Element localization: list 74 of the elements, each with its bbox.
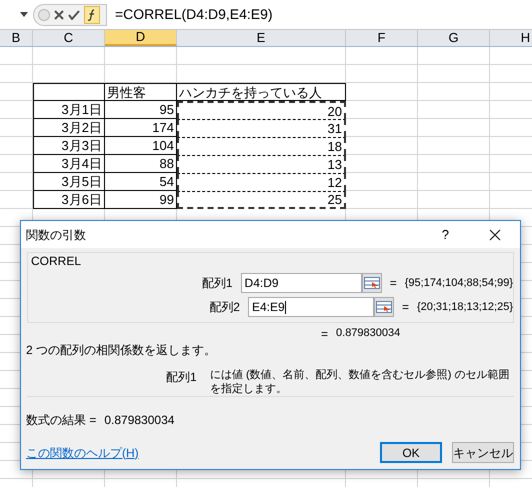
table-cell-text: 174: [152, 119, 175, 136]
argument-name: 配列1: [166, 369, 198, 386]
table-cell-text: 13: [328, 156, 343, 173]
table-cell-text: 3月5日: [62, 173, 103, 190]
grid-cell: [418, 47, 490, 65]
argument-field[interactable]: E4:E9: [248, 297, 374, 317]
grid-cell: [418, 191, 490, 209]
column-header[interactable]: H: [490, 30, 532, 46]
grid-cell: [0, 83, 33, 101]
function-description: 2 つの配列の相関係数を返します。: [25, 342, 218, 359]
argument-description: には値 (数値、名前、配列、数値を含むセル参照) のセル範囲を指定します。: [210, 368, 510, 396]
table-cell-text: 95: [160, 101, 175, 118]
column-heading: 男性客: [106, 84, 146, 100]
collapse-dialog-icon: [364, 277, 380, 289]
argument-label: 配列2: [208, 299, 241, 316]
table-cell-text: 31: [328, 120, 343, 137]
table-cell-text: 3月3日: [62, 137, 103, 154]
collapse-dialog-icon: [376, 301, 392, 313]
help-link[interactable]: この関数のヘルプ(H): [26, 444, 139, 462]
dialog-button[interactable]: キャンセル: [452, 442, 514, 463]
grid-cell: [105, 47, 177, 65]
grid-cell: [418, 137, 490, 155]
grid-cell: [418, 65, 490, 83]
table-cell-text: 104: [152, 137, 175, 154]
argument-field[interactable]: D4:D9: [240, 273, 362, 293]
dialog-title: 関数の引数: [26, 226, 86, 244]
table-cell-text: 3月6日: [62, 191, 103, 208]
grid-cell: [418, 155, 490, 173]
result-preview: 0.879830034: [336, 326, 400, 341]
grid-cell: [418, 83, 490, 101]
insert-function-icon[interactable]: [84, 6, 100, 24]
cancel-icon[interactable]: [54, 10, 64, 20]
table-cell-text: 20: [328, 102, 343, 120]
formula-result-value: 0.879830034: [104, 412, 174, 429]
grid-cell: [33, 65, 105, 83]
grid-cell: [346, 65, 418, 83]
dropdown-caret-icon[interactable]: [20, 12, 28, 17]
table-cell-text: 3月1日: [62, 101, 103, 118]
argument-preview: {20;31;18;13;12;25}: [416, 300, 513, 315]
table-cell-text: 88: [160, 155, 175, 172]
grid-cell: [418, 173, 490, 191]
formula-result-label: 数式の結果 =: [26, 412, 96, 429]
table-cell-text: 3月2日: [62, 119, 103, 136]
table-cell-text: 54: [160, 173, 175, 190]
argument-preview: {95;174;104;88;54;99}: [404, 276, 514, 291]
column-header[interactable]: B: [0, 30, 33, 46]
column-header[interactable]: D: [105, 30, 177, 46]
check-icon[interactable]: [68, 10, 80, 20]
argument-label: 配列1: [200, 275, 234, 292]
equals-sign: =: [321, 326, 328, 341]
table-cell-text: 25: [328, 191, 343, 208]
grid-cell: [0, 47, 33, 65]
grid-cell: [418, 101, 490, 119]
grid-cell: [33, 47, 105, 65]
equals-sign: =: [390, 275, 397, 292]
table-cell-text: 18: [328, 138, 343, 155]
grid-cell: [346, 47, 418, 65]
help-button[interactable]: ?: [442, 224, 449, 244]
grid-cell: [0, 65, 33, 83]
table-cell-text: 3月4日: [62, 155, 103, 172]
column-heading: ハンカチを持っている人: [178, 84, 322, 100]
grid-cell: [418, 119, 490, 137]
column-header[interactable]: G: [418, 30, 490, 46]
close-icon[interactable]: [489, 228, 501, 240]
formula-text[interactable]: =CORREL(D4:D9,E4:E9): [115, 4, 273, 25]
range-select-button[interactable]: [374, 297, 394, 317]
table-cell-text: 12: [328, 174, 343, 191]
column-header[interactable]: E: [177, 30, 346, 46]
function-name: CORREL: [30, 253, 82, 270]
equals-sign: =: [402, 299, 409, 316]
column-header[interactable]: F: [346, 30, 418, 46]
table-cell-text: 99: [160, 191, 175, 208]
range-select-button[interactable]: [362, 273, 382, 293]
dialog-button[interactable]: OK: [380, 442, 442, 463]
